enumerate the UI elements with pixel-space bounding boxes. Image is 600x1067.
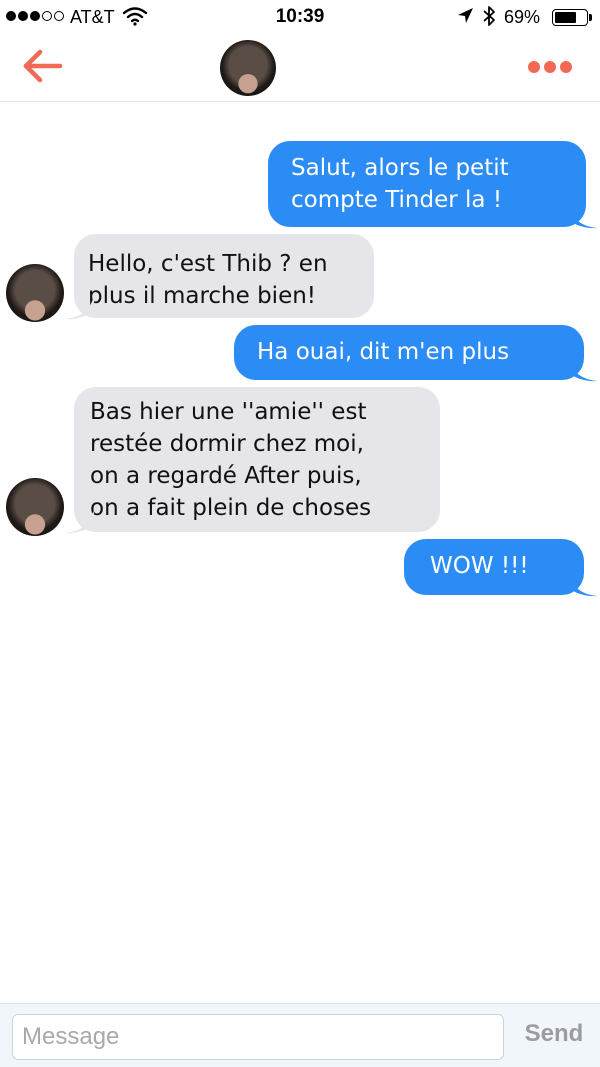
sender-avatar[interactable] — [6, 264, 64, 322]
more-options-button[interactable] — [528, 57, 576, 77]
bubble-tail — [568, 358, 598, 382]
chat-header — [0, 34, 600, 102]
message-outgoing: Ha ouai, dit m'en plus — [234, 325, 584, 380]
match-avatar[interactable] — [220, 40, 276, 96]
message-input[interactable] — [12, 1014, 504, 1060]
status-bar: AT&T 10:39 69% — [0, 0, 600, 34]
sender-avatar[interactable] — [6, 478, 64, 536]
bubble-tail — [568, 205, 598, 229]
message-incoming: Bas hier une ''amie'' est restée dormir … — [74, 387, 440, 532]
bubble-tail — [568, 573, 598, 597]
back-button[interactable] — [20, 46, 66, 86]
message-incoming: Hello, c'est Thib ? en plus il marche bi… — [74, 234, 374, 318]
battery-percent: 69% — [504, 7, 541, 27]
location-arrow-icon — [458, 8, 473, 23]
message-outgoing: WOW !!! — [404, 539, 584, 595]
bubble-tail — [64, 296, 94, 320]
message-outgoing: Salut, alors le petit compte Tinder la ! — [268, 141, 586, 227]
message-composer: Send — [0, 1003, 600, 1067]
bluetooth-icon — [483, 6, 495, 26]
send-button[interactable]: Send — [514, 1020, 594, 1056]
battery-icon — [552, 9, 592, 26]
bubble-tail — [64, 510, 94, 534]
more-dots-icon — [528, 61, 540, 73]
arrow-left-icon — [23, 49, 63, 83]
